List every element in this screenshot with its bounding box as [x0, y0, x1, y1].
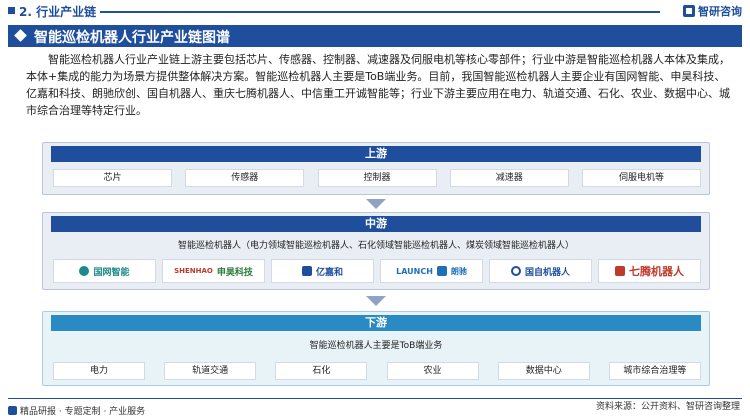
company-prefix: LAUNCH — [396, 266, 433, 276]
company-logo-state-grid: 国网智能 — [53, 259, 156, 283]
company-logos: 国网智能 SHENHAO 申昊科技 亿嘉和 LAUNCH 朗驰 国自机器人 七腾… — [53, 259, 701, 283]
upstream-item: 芯片 — [53, 169, 172, 187]
header-rule — [100, 11, 660, 13]
company-name: 国网智能 — [93, 267, 130, 278]
company-name: 申昊科技 — [216, 267, 253, 278]
launch-logo-icon — [436, 266, 447, 276]
brand-small-logo-icon — [8, 406, 17, 415]
midstream-panel: 中游 智能巡检机器人（电力领域智能巡检机器人、石化领域智能巡检机器人、煤炭领域智… — [42, 212, 710, 290]
footer: 精品研报 · 专题定制 · 产业服务 资料来源：公开资料、智研咨询整理 — [0, 398, 750, 420]
downstream-header: 下游 — [51, 315, 701, 331]
company-name: 七腾机器人 — [629, 265, 684, 278]
company-name: 国自机器人 — [524, 267, 570, 278]
downstream-item: 城市综合治理等 — [608, 362, 701, 380]
upstream-item: 伺服电机等 — [582, 169, 701, 187]
company-logo-guozi: 国自机器人 — [489, 259, 592, 283]
intro-paragraph: 智能巡检机器人行业产业链上游主要包括芯片、传感器、控制器、减速器及伺服电机等核心… — [26, 53, 730, 117]
top-header: 2. 行业产业链 智研咨询 — [0, 0, 750, 22]
brand-name: 智研咨询 — [698, 5, 742, 18]
downstream-panel: 下游 智能巡检机器人主要是ToB端业务 电力 轨道交通 石化 农业 数据中心 城… — [42, 311, 710, 386]
company-prefix: SHENHAO — [174, 267, 213, 275]
downstream-item: 电力 — [53, 362, 145, 380]
company-logo-launch: LAUNCH 朗驰 — [380, 259, 483, 283]
midstream-subtitle: 智能巡检机器人（电力领域智能巡检机器人、石化领域智能巡检机器人、煤炭领域智能巡检… — [177, 241, 574, 251]
company-logo-shenhao: SHENHAO 申昊科技 — [162, 259, 265, 283]
company-logo-qiteng: 七腾机器人 — [598, 259, 701, 283]
downstream-item: 轨道交通 — [164, 362, 257, 380]
downstream-item: 石化 — [275, 362, 368, 380]
upstream-item: 控制器 — [317, 169, 437, 187]
upstream-header: 上游 — [51, 146, 701, 162]
downstream-item: 农业 — [386, 362, 479, 380]
state-grid-logo-icon — [79, 266, 90, 276]
company-logo-yijiahe: 亿嘉和 — [271, 259, 374, 283]
page-title-bar: 智能巡检机器人行业产业链图谱 — [8, 25, 742, 47]
downstream-subtitle: 智能巡检机器人主要是ToB端业务 — [309, 341, 443, 351]
page-title: 智能巡检机器人行业产业链图谱 — [34, 30, 230, 46]
upstream-item: 传感器 — [185, 169, 305, 187]
footer-tagline: 精品研报 · 专题定制 · 产业服务 — [8, 404, 145, 417]
flow-arrow-down-icon — [366, 199, 386, 209]
upstream-item: 减速器 — [449, 169, 569, 187]
qiteng-logo-icon — [615, 266, 625, 276]
section-square-icon — [8, 7, 15, 14]
guozi-logo-icon — [510, 266, 521, 276]
upstream-panel: 上游 芯片 传感器 控制器 减速器 伺服电机等 — [42, 142, 710, 195]
midstream-header: 中游 — [51, 216, 701, 232]
downstream-item: 数据中心 — [497, 362, 590, 380]
yijiahe-logo-icon — [301, 266, 312, 276]
upstream-items: 芯片 传感器 控制器 减速器 伺服电机等 — [53, 169, 701, 187]
brand: 智研咨询 — [683, 3, 742, 19]
company-name: 朗驰 — [450, 266, 467, 276]
flow-arrow-down-icon — [366, 296, 386, 306]
downstream-items: 电力 轨道交通 石化 农业 数据中心 城市综合治理等 — [53, 362, 701, 380]
section-title: 2. 行业产业链 — [19, 5, 97, 19]
company-name: 亿嘉和 — [315, 267, 343, 278]
footer-tagline-text: 精品研报 · 专题定制 · 产业服务 — [20, 407, 146, 417]
source-note: 资料来源：公开资料、智研咨询整理 — [595, 402, 740, 412]
diamond-icon — [14, 29, 27, 42]
brand-logo-icon — [683, 5, 695, 17]
